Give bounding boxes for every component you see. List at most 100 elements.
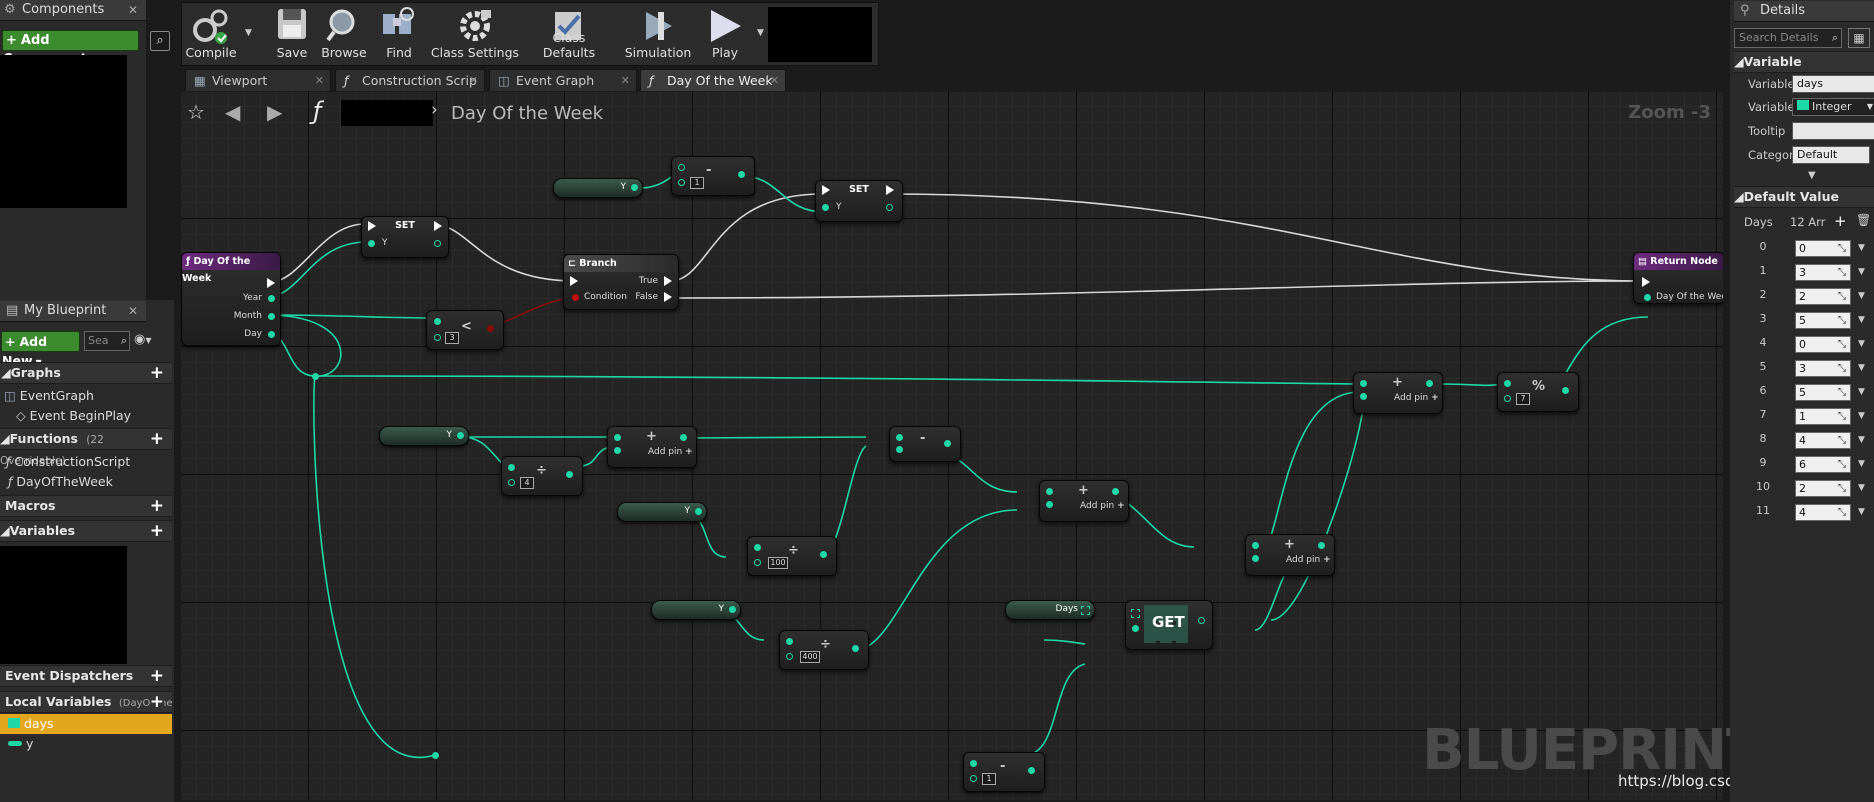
pin-a[interactable] — [508, 464, 515, 471]
spin-icon[interactable]: ⤡ — [1838, 409, 1846, 424]
spin-icon[interactable]: ⤡ — [1838, 313, 1846, 328]
element-options-icon[interactable]: ▼ — [1858, 435, 1865, 445]
array-get-node[interactable]: GET — [1125, 600, 1213, 650]
spin-icon[interactable]: ⤡ — [1838, 337, 1846, 352]
spin-icon[interactable]: ⤡ — [1838, 241, 1846, 256]
breadcrumb-parent[interactable] — [341, 100, 433, 126]
array-value-field[interactable]: 5 ⤡ — [1795, 384, 1851, 401]
element-options-icon[interactable]: ▼ — [1858, 267, 1865, 277]
array-value-field[interactable]: 2 ⤡ — [1795, 480, 1851, 497]
pin-y-in[interactable] — [822, 204, 829, 211]
array-value-field[interactable]: 3 ⤡ — [1795, 264, 1851, 281]
star-icon[interactable]: ☆ — [187, 100, 205, 124]
condition-pin[interactable] — [572, 294, 579, 301]
pin-day-of-the-week[interactable] — [1644, 294, 1651, 301]
exec-out-pin[interactable] — [886, 185, 894, 195]
add-local-variable-icon[interactable]: + — [149, 692, 164, 712]
pin-out[interactable] — [680, 434, 687, 441]
pin-a[interactable] — [896, 434, 903, 441]
return-node[interactable]: ▤ Return Node Day Of the Week — [1633, 252, 1723, 304]
literal-one-bottom[interactable]: 1 — [982, 773, 996, 785]
spin-icon[interactable]: ⤡ — [1838, 265, 1846, 280]
spin-icon[interactable]: ⤡ — [1838, 433, 1846, 448]
pin-a[interactable] — [1252, 542, 1259, 549]
eye-icon[interactable]: ◉▼ — [134, 332, 152, 347]
subtract-node-3[interactable]: 1 - — [963, 752, 1045, 792]
grid-view-icon[interactable]: ▦ — [1848, 28, 1870, 48]
pin-y-in[interactable] — [368, 240, 375, 247]
pin-out[interactable] — [487, 325, 494, 332]
function-entry-node[interactable]: ƒ Day Of the Week Year Month Day — [181, 252, 281, 346]
spin-icon[interactable]: ⤡ — [1838, 361, 1846, 376]
spin-icon[interactable]: ⤡ — [1838, 289, 1846, 304]
local-variable-days[interactable]: days — [0, 714, 172, 734]
pin-b[interactable] — [970, 775, 977, 782]
tab-construction-script[interactable]: ƒ Construction Scrip ✕ — [335, 69, 485, 91]
element-options-icon[interactable]: ▼ — [1858, 483, 1865, 493]
set-node-1[interactable]: SET Y — [361, 216, 449, 258]
simulation-button[interactable]: Simulation — [622, 4, 694, 62]
divide-node-400[interactable]: 400 ÷ — [779, 630, 869, 670]
element-options-icon[interactable]: ▼ — [1858, 507, 1865, 517]
add-pin-button[interactable]: Add pin + — [1286, 555, 1331, 565]
pin-a[interactable] — [614, 434, 621, 441]
pin-b[interactable] — [614, 447, 621, 454]
spin-icon[interactable]: ⤡ — [1838, 481, 1846, 496]
exec-out-pin[interactable] — [434, 221, 442, 231]
pin-b[interactable] — [434, 334, 441, 341]
pin-y-out[interactable] — [886, 204, 893, 211]
pin-out[interactable] — [820, 551, 827, 558]
exec-in-pin[interactable] — [822, 185, 830, 195]
close-icon[interactable]: ✕ — [128, 301, 138, 321]
pin-b[interactable] — [754, 559, 761, 566]
add-function-icon[interactable]: + — [150, 429, 164, 449]
my-blueprint-tab[interactable]: ▤ My Blueprint ✕ — [0, 301, 146, 322]
pin-a[interactable] — [786, 638, 793, 645]
subtract-node-2[interactable]: - — [889, 426, 961, 462]
element-options-icon[interactable]: ▼ — [1858, 339, 1865, 349]
element-options-icon[interactable]: ▼ — [1858, 243, 1865, 253]
array-value-field[interactable]: 1 ⤡ — [1795, 408, 1851, 425]
add-node-4[interactable]: + Add pin + — [1353, 372, 1443, 414]
divide-node-4[interactable]: 4 ÷ — [501, 456, 583, 496]
forward-icon[interactable]: ▶ — [267, 100, 282, 124]
pin-out[interactable] — [566, 471, 573, 478]
element-options-icon[interactable]: ▼ — [1858, 459, 1865, 469]
branch-node[interactable]: ⊏ Branch True Condition False — [563, 254, 679, 310]
compile-options-icon[interactable]: ▼ — [243, 4, 257, 62]
add-node-2[interactable]: + Add pin + — [1039, 480, 1129, 522]
literal-hundred[interactable]: 100 — [768, 557, 788, 569]
array-value-field[interactable]: 0 ⤡ — [1795, 336, 1851, 353]
browse-button[interactable]: Browse — [320, 4, 368, 62]
event-dispatchers-section[interactable]: Event Dispatchers + — [0, 665, 172, 687]
details-search-input[interactable]: Search Details ⌕ — [1734, 28, 1842, 48]
pin-a[interactable] — [1360, 380, 1367, 387]
graph-canvas[interactable]: ƒ Day Of the Week Year Month Day SET Y 3… — [181, 92, 1723, 800]
tooltip-field[interactable] — [1792, 122, 1874, 140]
add-new-button[interactable]: +Add New▼ — [1, 331, 80, 368]
pin-y-out[interactable] — [434, 240, 441, 247]
element-options-icon[interactable]: ▼ — [1858, 363, 1865, 373]
divide-node-100[interactable]: 100 ÷ — [747, 536, 837, 576]
spin-icon[interactable]: ⤡ — [1838, 385, 1846, 400]
reroute-knot[interactable] — [312, 373, 319, 380]
less-than-node[interactable]: 3 < — [426, 310, 504, 350]
expand-advanced-icon[interactable]: ▼ — [1808, 170, 1816, 181]
literal-one[interactable]: 1 — [690, 177, 704, 189]
close-icon[interactable]: ✕ — [621, 70, 630, 91]
pin-out[interactable] — [1426, 380, 1433, 387]
add-node-3[interactable]: + Add pin + — [1245, 534, 1335, 576]
reroute-knot[interactable] — [432, 752, 439, 759]
close-icon[interactable]: ✕ — [469, 70, 478, 91]
back-icon[interactable]: ◀ — [225, 100, 240, 124]
element-options-icon[interactable]: ▼ — [1858, 291, 1865, 301]
literal-four[interactable]: 4 — [520, 477, 534, 489]
y-variable-node-3[interactable]: Y — [617, 502, 707, 522]
pin-b[interactable] — [896, 446, 903, 453]
pin-out[interactable] — [1198, 617, 1205, 624]
literal-four-hundred[interactable]: 400 — [800, 651, 820, 663]
search-input[interactable]: Sea ⌕ — [84, 331, 130, 351]
pin-a[interactable] — [678, 164, 685, 171]
array-value-field[interactable]: 5 ⤡ — [1795, 312, 1851, 329]
add-macro-icon[interactable]: + — [150, 496, 164, 516]
